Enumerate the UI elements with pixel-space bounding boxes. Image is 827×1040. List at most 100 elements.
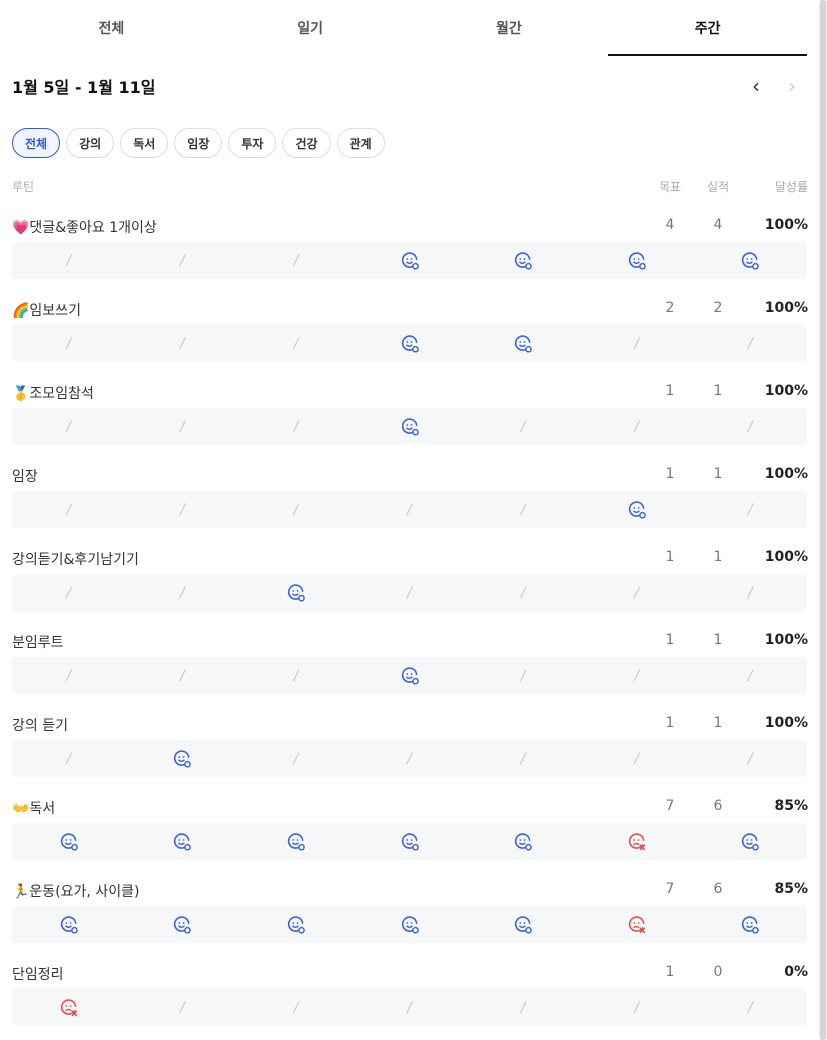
smile-check-icon[interactable] — [400, 915, 420, 935]
day-cell[interactable] — [693, 242, 807, 279]
day-cell[interactable]: / — [126, 325, 240, 362]
day-cell[interactable]: / — [466, 491, 580, 528]
day-cell[interactable]: / — [466, 989, 580, 1026]
day-cell[interactable] — [466, 325, 580, 362]
slash-mark[interactable]: / — [66, 336, 71, 352]
slash-mark[interactable]: / — [521, 502, 526, 518]
day-cell[interactable]: / — [580, 325, 694, 362]
slash-mark[interactable]: / — [66, 668, 71, 684]
tab-weekly[interactable]: 주간 — [608, 0, 807, 56]
smile-check-icon[interactable] — [59, 915, 79, 935]
slash-mark[interactable]: / — [634, 419, 639, 435]
chip-reading[interactable]: 독서 — [120, 128, 169, 158]
routine-row[interactable]: 단임정리 1 0 0% / / / / / / — [12, 952, 808, 1035]
slash-mark[interactable]: / — [521, 1000, 526, 1016]
slash-mark[interactable]: / — [634, 1000, 639, 1016]
chip-invest[interactable]: 투자 — [228, 128, 277, 158]
smile-check-icon[interactable] — [740, 251, 760, 271]
smile-check-icon[interactable] — [286, 832, 306, 852]
routine-row[interactable]: 강의듣기&후기남기기 1 1 100% / / / / / / — [12, 537, 808, 620]
sad-x-icon[interactable] — [627, 915, 647, 935]
routine-row[interactable]: 🌈임보쓰기 2 2 100% / / / / / — [12, 288, 808, 371]
day-cell[interactable]: / — [693, 491, 807, 528]
slash-mark[interactable]: / — [634, 336, 639, 352]
day-cell[interactable]: / — [12, 325, 126, 362]
sad-x-icon[interactable] — [59, 998, 79, 1018]
day-cell[interactable]: / — [353, 491, 467, 528]
day-cell[interactable]: / — [693, 574, 807, 611]
slash-mark[interactable]: / — [294, 336, 299, 352]
chip-relation[interactable]: 관계 — [336, 128, 385, 158]
smile-check-icon[interactable] — [400, 251, 420, 271]
day-cell[interactable] — [353, 242, 467, 279]
next-week-button[interactable]: › — [780, 74, 804, 98]
slash-mark[interactable]: / — [748, 668, 753, 684]
day-cell[interactable]: / — [239, 989, 353, 1026]
slash-mark[interactable]: / — [748, 419, 753, 435]
smile-check-icon[interactable] — [172, 749, 192, 769]
smile-check-icon[interactable] — [513, 334, 533, 354]
smile-check-icon[interactable] — [627, 251, 647, 271]
chip-all[interactable]: 전체 — [12, 128, 61, 158]
day-cell[interactable]: / — [126, 989, 240, 1026]
day-cell[interactable] — [12, 989, 126, 1026]
day-cell[interactable]: / — [126, 242, 240, 279]
slash-mark[interactable]: / — [634, 751, 639, 767]
routine-row[interactable]: 강의 듣기 1 1 100% / / / / / / — [12, 703, 808, 786]
smile-check-icon[interactable] — [400, 832, 420, 852]
day-cell[interactable]: / — [12, 657, 126, 694]
day-cell[interactable]: / — [239, 740, 353, 777]
slash-mark[interactable]: / — [521, 751, 526, 767]
smile-check-icon[interactable] — [172, 915, 192, 935]
chip-health[interactable]: 건강 — [282, 128, 331, 158]
slash-mark[interactable]: / — [180, 1000, 185, 1016]
slash-mark[interactable]: / — [66, 751, 71, 767]
day-cell[interactable]: / — [126, 574, 240, 611]
day-cell[interactable] — [239, 823, 353, 860]
day-cell[interactable] — [466, 906, 580, 943]
day-cell[interactable] — [239, 574, 353, 611]
slash-mark[interactable]: / — [748, 336, 753, 352]
day-cell[interactable]: / — [12, 574, 126, 611]
slash-mark[interactable]: / — [294, 668, 299, 684]
slash-mark[interactable]: / — [66, 253, 71, 269]
slash-mark[interactable]: / — [180, 668, 185, 684]
routine-name[interactable]: 💗댓글&좋아요 1개이상 — [12, 217, 157, 237]
day-cell[interactable]: / — [126, 657, 240, 694]
day-cell[interactable]: / — [693, 989, 807, 1026]
tab-diary[interactable]: 일기 — [211, 0, 410, 56]
day-cell[interactable]: / — [239, 242, 353, 279]
smile-check-icon[interactable] — [59, 832, 79, 852]
scrollbar-thumb[interactable] — [820, 0, 826, 1040]
smile-check-icon[interactable] — [400, 334, 420, 354]
slash-mark[interactable]: / — [66, 419, 71, 435]
day-cell[interactable]: / — [693, 740, 807, 777]
smile-check-icon[interactable] — [513, 251, 533, 271]
day-cell[interactable]: / — [693, 325, 807, 362]
day-cell[interactable] — [126, 740, 240, 777]
day-cell[interactable]: / — [239, 491, 353, 528]
slash-mark[interactable]: / — [180, 419, 185, 435]
day-cell[interactable]: / — [580, 989, 694, 1026]
slash-mark[interactable]: / — [294, 502, 299, 518]
day-cell[interactable]: / — [580, 574, 694, 611]
day-cell[interactable] — [353, 823, 467, 860]
day-cell[interactable]: / — [580, 408, 694, 445]
day-cell[interactable] — [466, 242, 580, 279]
tab-monthly[interactable]: 월간 — [410, 0, 609, 56]
smile-check-icon[interactable] — [627, 500, 647, 520]
routine-name[interactable]: 🌈임보쓰기 — [12, 300, 81, 320]
day-cell[interactable]: / — [126, 408, 240, 445]
slash-mark[interactable]: / — [521, 585, 526, 601]
smile-check-icon[interactable] — [172, 832, 192, 852]
slash-mark[interactable]: / — [748, 585, 753, 601]
day-cell[interactable]: / — [693, 657, 807, 694]
day-cell[interactable] — [580, 823, 694, 860]
routine-row[interactable]: 분임루트 1 1 100% / / / / / / — [12, 620, 808, 703]
slash-mark[interactable]: / — [634, 585, 639, 601]
slash-mark[interactable]: / — [748, 502, 753, 518]
day-cell[interactable] — [580, 906, 694, 943]
chip-site-visit[interactable]: 임장 — [174, 128, 223, 158]
routine-name[interactable]: 👐독서 — [12, 798, 55, 818]
day-cell[interactable]: / — [239, 657, 353, 694]
